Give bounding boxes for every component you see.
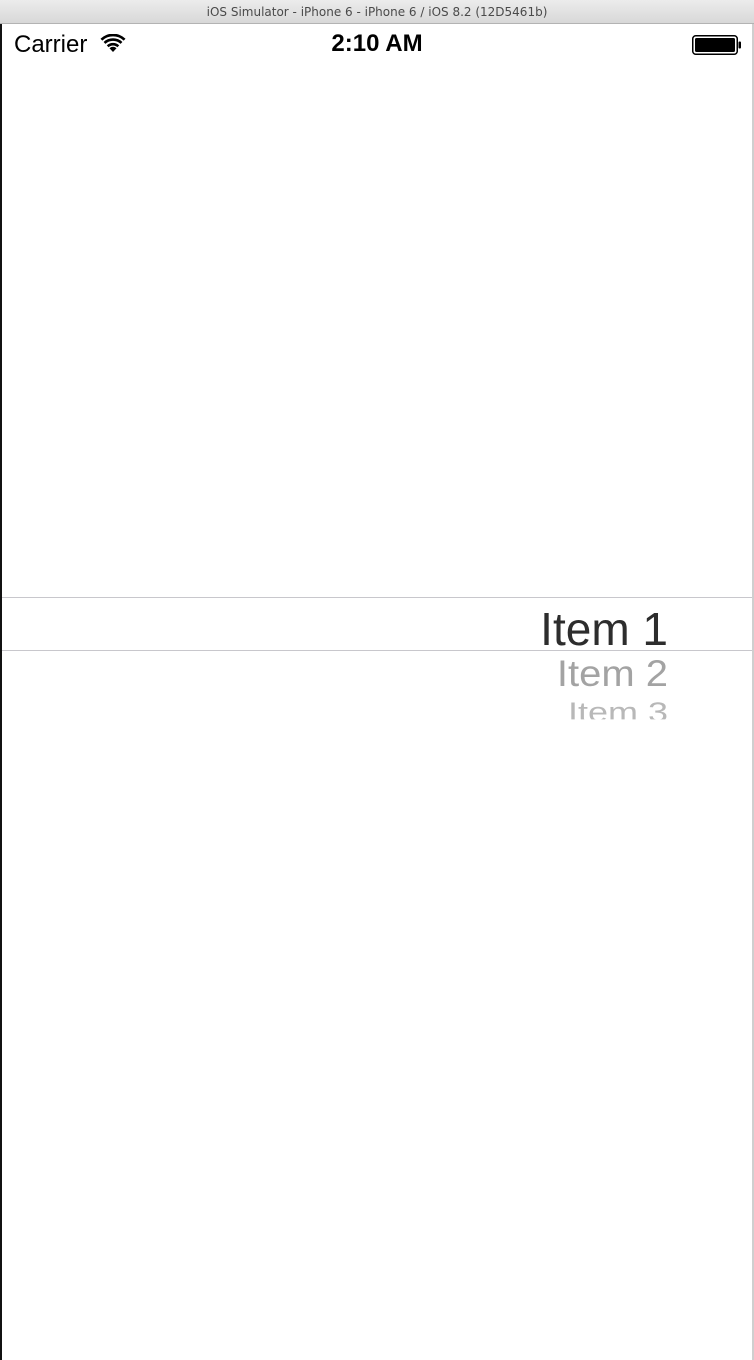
picker-view[interactable]: Item 1 Item 2 Item 3 [2, 324, 752, 756]
battery-icon [692, 35, 741, 55]
picker-row-item-2[interactable]: Item 2 [557, 654, 668, 695]
status-bar: Carrier 2:10 AM [2, 24, 752, 64]
picker-row-item-1[interactable]: Item 1 [540, 602, 668, 656]
status-time: 2:10 AM [331, 30, 423, 57]
window-titlebar[interactable]: iOS Simulator - iPhone 6 - iPhone 6 / iO… [0, 0, 754, 24]
selection-top-line [2, 597, 752, 598]
window-title: iOS Simulator - iPhone 6 - iPhone 6 / iO… [206, 5, 548, 19]
picker-row-item-3[interactable]: Item 3 [568, 696, 668, 719]
device-screen: Carrier 2:10 AM Item 1 Item 2 Item 3 [2, 24, 752, 1358]
simulator-window: iOS Simulator - iPhone 6 - iPhone 6 / iO… [0, 0, 754, 1360]
